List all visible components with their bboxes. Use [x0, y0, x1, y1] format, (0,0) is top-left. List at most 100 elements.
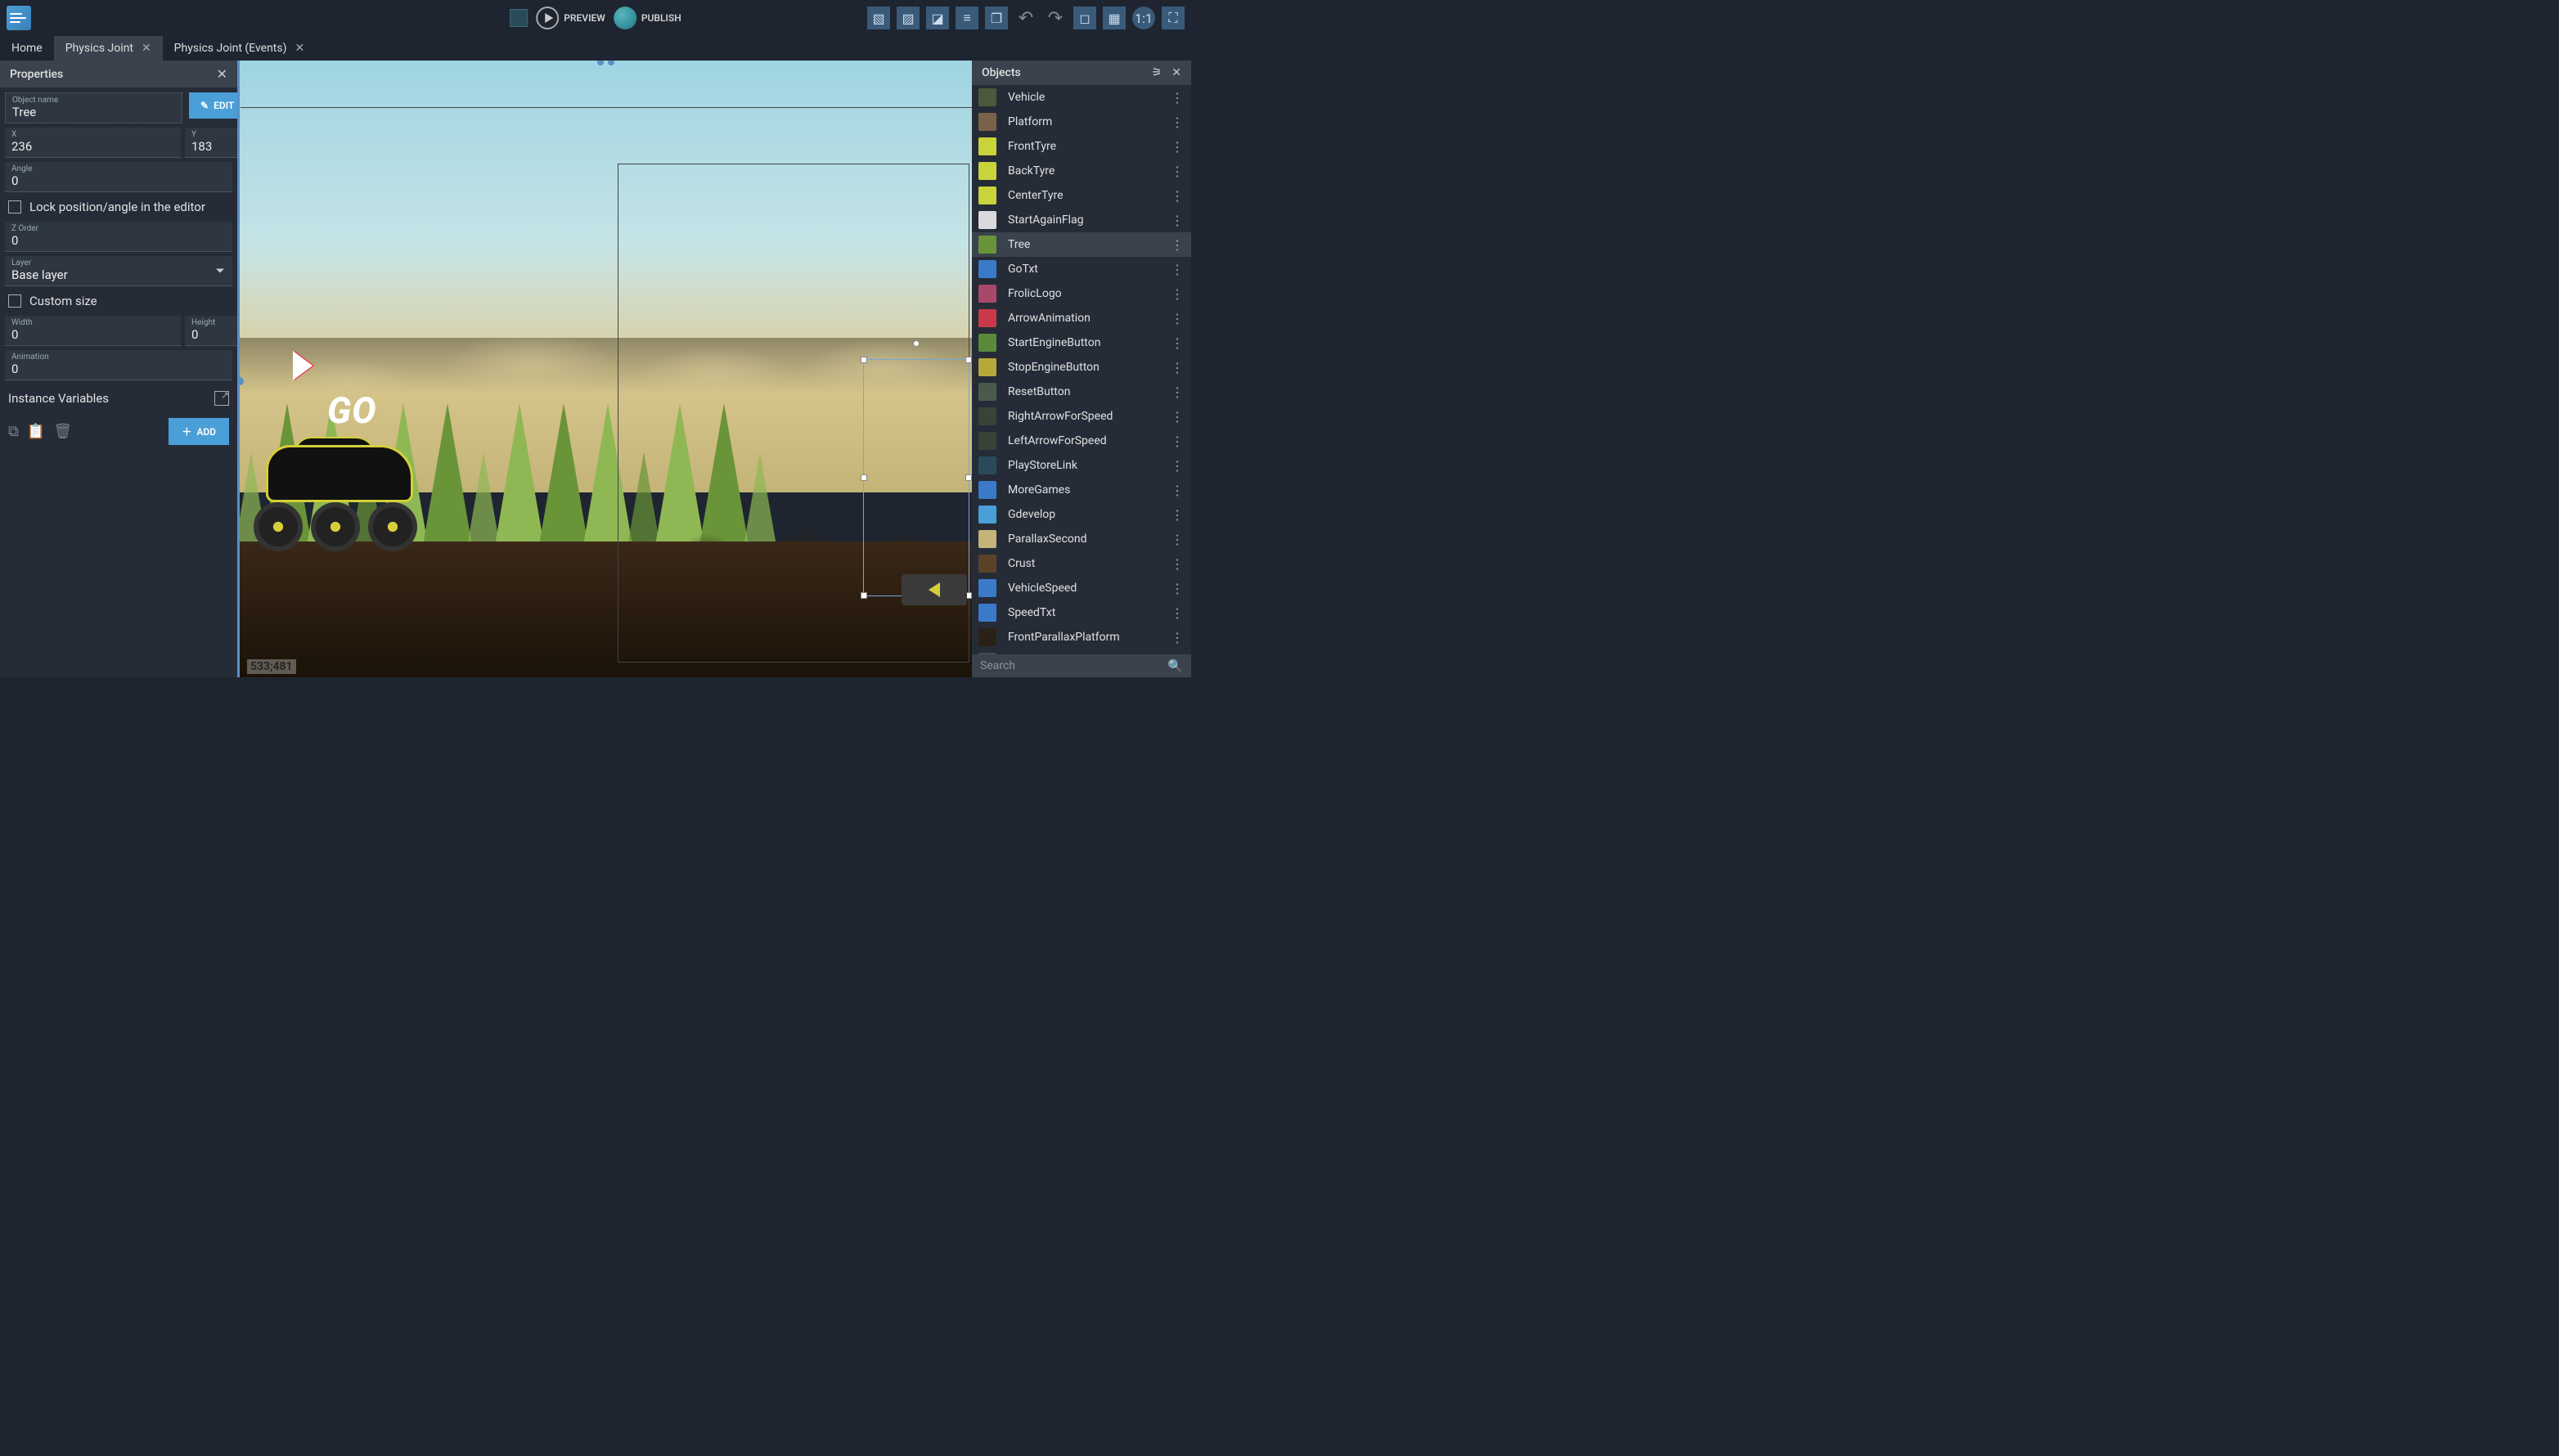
preview-button[interactable]: PREVIEW — [536, 7, 605, 29]
publish-button[interactable]: PUBLISH — [614, 7, 681, 29]
tab-physics-joint-events[interactable]: Physics Joint (Events)✕ — [163, 36, 317, 61]
more-icon[interactable]: ⋮ — [1171, 581, 1183, 596]
object-item[interactable]: FrontTyre⋮ — [972, 134, 1191, 159]
objects-list[interactable]: Vehicle⋮Platform⋮FrontTyre⋮BackTyre⋮Cent… — [972, 85, 1191, 654]
close-icon[interactable]: ✕ — [295, 42, 305, 55]
object-name-input[interactable] — [12, 105, 175, 119]
object-item[interactable]: PlayStoreLink⋮ — [972, 453, 1191, 478]
more-icon[interactable]: ⋮ — [1171, 483, 1183, 498]
more-icon[interactable]: ⋮ — [1171, 213, 1183, 228]
object-item[interactable]: Gdevelop⋮ — [972, 502, 1191, 527]
object-item[interactable]: SpeedTxt ⋮ — [972, 600, 1191, 625]
more-icon[interactable]: ⋮ — [1171, 90, 1183, 106]
more-icon[interactable]: ⋮ — [1171, 360, 1183, 375]
object-name: SpeedTxt — [1008, 606, 1159, 619]
more-icon[interactable]: ⋮ — [1171, 532, 1183, 547]
more-icon[interactable]: ⋮ — [1171, 409, 1183, 425]
tab-home[interactable]: Home — [0, 36, 54, 61]
object-item[interactable]: StartAgainFlag⋮ — [972, 208, 1191, 232]
object-item[interactable]: ArrowAnimation⋮ — [972, 306, 1191, 330]
object-item[interactable]: RightArrowForSpeed⋮ — [972, 404, 1191, 429]
more-icon[interactable]: ⋮ — [1171, 458, 1183, 474]
zorder-field[interactable]: Z Order — [5, 222, 232, 252]
more-icon[interactable]: ⋮ — [1171, 115, 1183, 130]
more-icon[interactable]: ⋮ — [1171, 164, 1183, 179]
object-name: Platform — [1008, 115, 1159, 128]
debug-icon[interactable] — [510, 9, 528, 27]
more-icon[interactable]: ⋮ — [1171, 335, 1183, 351]
object-item[interactable]: CenterTyre ⋮ — [972, 183, 1191, 208]
more-icon[interactable]: ⋮ — [1171, 384, 1183, 400]
object-item[interactable]: StartEngineButton⋮ — [972, 330, 1191, 355]
selection-box[interactable] — [863, 359, 969, 596]
checkbox-icon[interactable] — [8, 294, 21, 308]
tool-groups-icon[interactable]: ▨ — [897, 7, 920, 29]
object-item[interactable]: GoTxt⋮ — [972, 257, 1191, 281]
object-item[interactable]: Crust⋮ — [972, 551, 1191, 576]
animation-input[interactable] — [11, 362, 226, 376]
tool-grid-icon[interactable]: ▦ — [1103, 7, 1126, 29]
more-icon[interactable]: ⋮ — [1171, 237, 1183, 253]
add-button[interactable]: ＋ADD — [169, 418, 229, 445]
undo-icon[interactable]: ↶ — [1014, 7, 1037, 29]
more-icon[interactable]: ⋮ — [1171, 311, 1183, 326]
more-icon[interactable]: ⋮ — [1171, 286, 1183, 302]
more-icon[interactable]: ⋮ — [1171, 262, 1183, 277]
object-thumb — [978, 334, 996, 352]
search-input[interactable] — [980, 659, 1167, 672]
custom-size-checkbox-row[interactable]: Custom size — [5, 290, 232, 312]
paste-icon[interactable]: 📋 — [27, 423, 45, 440]
scene-canvas[interactable]: GO 533;481 — [237, 61, 972, 677]
copy-icon[interactable]: ⧉ — [8, 423, 19, 440]
x-field[interactable]: X — [5, 128, 181, 158]
tool-layers-icon[interactable]: ≡ — [956, 7, 978, 29]
more-icon[interactable]: ⋮ — [1171, 139, 1183, 155]
object-item[interactable]: ResetButton⋮ — [972, 380, 1191, 404]
object-item[interactable]: Tree⋮ — [972, 232, 1191, 257]
object-name: CenterTyre — [1008, 189, 1159, 202]
close-icon[interactable]: ✕ — [1172, 66, 1181, 79]
object-item[interactable]: FrontParallaxPlatform⋮ — [972, 625, 1191, 649]
object-item[interactable]: Platform ⋮ — [972, 110, 1191, 134]
object-name-field[interactable]: Object name — [5, 92, 182, 124]
tool-mask-icon[interactable]: ◻ — [1073, 7, 1096, 29]
filter-icon[interactable]: ⚞ — [1152, 66, 1163, 79]
object-item[interactable]: VehicleSpeed⋮ — [972, 576, 1191, 600]
x-input[interactable] — [11, 139, 174, 154]
more-icon[interactable]: ⋮ — [1171, 556, 1183, 572]
trash-icon[interactable]: 🗑 — [53, 423, 72, 440]
more-icon[interactable]: ⋮ — [1171, 434, 1183, 449]
more-icon[interactable]: ⋮ — [1171, 630, 1183, 645]
layer-select[interactable]: LayerBase layer — [5, 256, 232, 286]
width-field[interactable]: Width — [5, 316, 181, 346]
width-input[interactable] — [11, 327, 174, 342]
object-item[interactable]: BackTyre⋮ — [972, 159, 1191, 183]
more-icon[interactable]: ⋮ — [1171, 507, 1183, 523]
close-icon[interactable]: ✕ — [217, 66, 227, 82]
redo-icon[interactable]: ↷ — [1044, 7, 1067, 29]
angle-input[interactable] — [11, 173, 226, 188]
object-item[interactable]: LeftArrowForSpeed⋮ — [972, 429, 1191, 453]
open-external-icon[interactable] — [214, 391, 229, 406]
angle-field[interactable]: Angle — [5, 162, 232, 192]
tool-instances-icon[interactable]: ❐ — [985, 7, 1008, 29]
lock-checkbox-row[interactable]: Lock position/angle in the editor — [5, 196, 232, 218]
object-item[interactable]: Vehicle⋮ — [972, 85, 1191, 110]
tool-zoom-icon[interactable]: 1:1 — [1132, 7, 1155, 29]
close-icon[interactable]: ✕ — [142, 42, 151, 55]
checkbox-icon[interactable] — [8, 200, 21, 213]
app-logo[interactable] — [7, 6, 31, 30]
object-item[interactable]: MoreGames⋮ — [972, 478, 1191, 502]
search-icon[interactable]: 🔍 — [1167, 658, 1183, 673]
tool-objects-icon[interactable]: ▧ — [867, 7, 890, 29]
tab-physics-joint[interactable]: Physics Joint✕ — [54, 36, 163, 61]
more-icon[interactable]: ⋮ — [1171, 605, 1183, 621]
tool-fullscreen-icon[interactable]: ⛶ — [1162, 7, 1185, 29]
zorder-input[interactable] — [11, 233, 226, 248]
object-item[interactable]: FrolicLogo⋮ — [972, 281, 1191, 306]
object-item[interactable]: StopEngineButton⋮ — [972, 355, 1191, 380]
object-item[interactable]: ParallaxSecond⋮ — [972, 527, 1191, 551]
animation-field[interactable]: Animation — [5, 350, 232, 380]
tool-properties-icon[interactable]: ◪ — [926, 7, 949, 29]
more-icon[interactable]: ⋮ — [1171, 188, 1183, 204]
